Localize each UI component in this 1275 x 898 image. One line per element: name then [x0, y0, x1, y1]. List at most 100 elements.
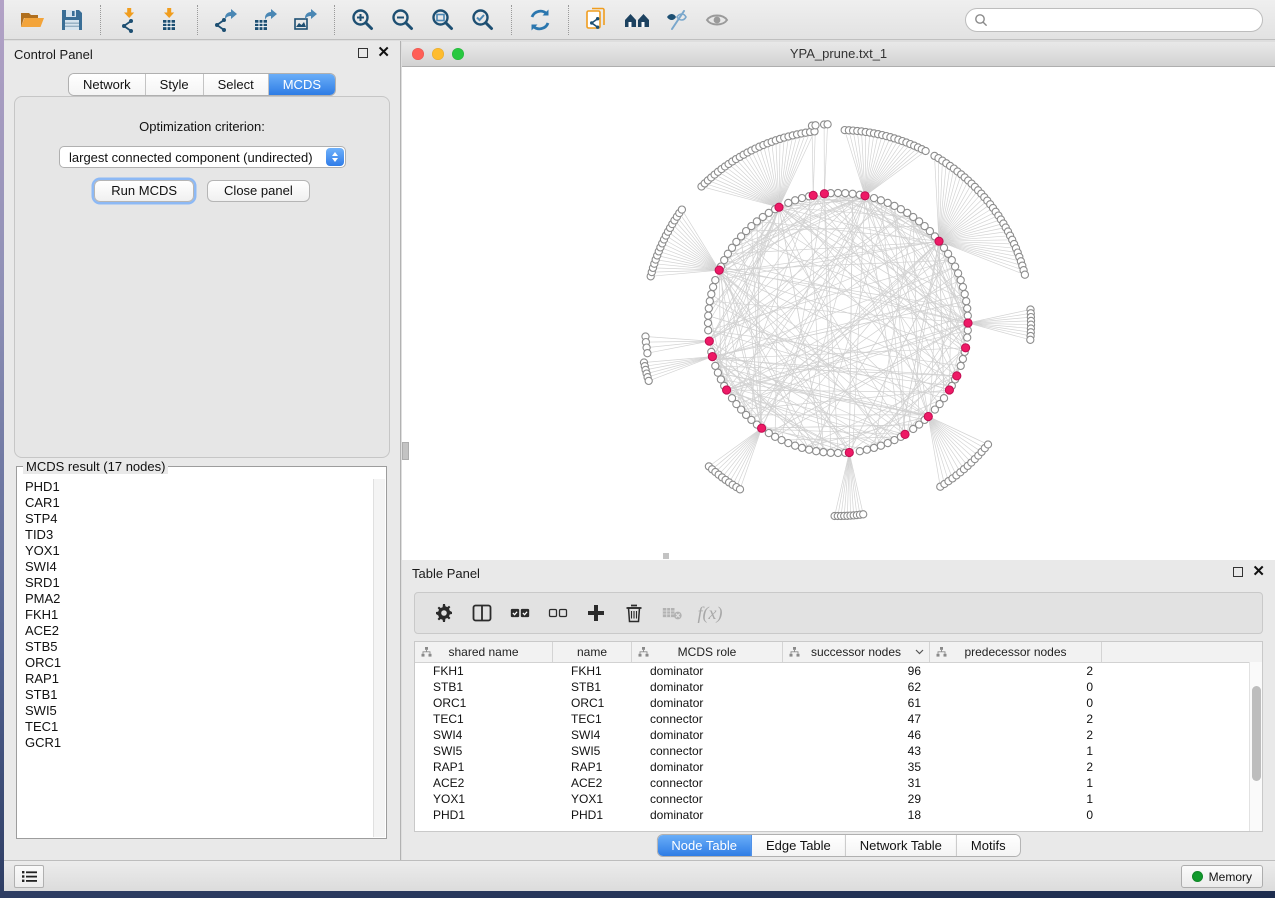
table-row[interactable]: SWI4SWI4dominator462 [415, 727, 1262, 743]
close-panel-button[interactable]: Close panel [207, 180, 310, 202]
toolbar-separator [100, 5, 101, 35]
cell-shared-name: ACE2 [415, 775, 553, 791]
table-toolbar: f(x) [414, 592, 1263, 634]
cell-MCDS-role: dominator [632, 663, 783, 679]
table-tab-node-table[interactable]: Node Table [657, 835, 752, 856]
export-image-icon[interactable] [286, 5, 326, 35]
mcds-result-item[interactable]: FKH1 [18, 607, 373, 623]
table-scrollbar-thumb[interactable] [1252, 686, 1261, 781]
column-header-MCDS-role[interactable]: MCDS role [632, 642, 783, 662]
export-table-icon[interactable] [246, 5, 286, 35]
task-history-button[interactable] [14, 865, 44, 888]
cell-shared-name: YOX1 [415, 791, 553, 807]
table-row[interactable]: TEC1TEC1connector472 [415, 711, 1262, 727]
network-vertical-scrollbar[interactable] [402, 442, 409, 460]
cell-predecessor-nodes: 1 [930, 743, 1102, 759]
zoom-out-icon[interactable] [383, 5, 423, 35]
toolbar-icons [12, 5, 737, 35]
table-tab-edge-table[interactable]: Edge Table [752, 835, 846, 856]
mcds-result-item[interactable]: SWI5 [18, 703, 373, 719]
mcds-result-item[interactable]: SWI4 [18, 559, 373, 575]
deselect-all-icon[interactable] [543, 598, 573, 628]
close-table-panel-icon[interactable]: ✕ [1252, 566, 1265, 578]
control-panel-title: Control Panel [14, 47, 93, 62]
import-network-icon[interactable] [109, 5, 149, 35]
export-network-icon[interactable] [206, 5, 246, 35]
table-tab-motifs[interactable]: Motifs [957, 835, 1020, 856]
mcds-result-box: MCDS result (17 nodes) PHD1CAR1STP4TID3Y… [16, 466, 387, 839]
mcds-result-item[interactable]: STB5 [18, 639, 373, 655]
mcds-result-item[interactable]: TEC1 [18, 719, 373, 735]
cell-shared-name: TEC1 [415, 711, 553, 727]
tab-select[interactable]: Select [204, 74, 269, 95]
network-document-icon[interactable] [577, 5, 617, 35]
mcds-list-scrollbar[interactable] [373, 479, 385, 837]
column-layout-icon[interactable] [467, 598, 497, 628]
table-row[interactable]: PHD1PHD1dominator180 [415, 807, 1262, 823]
settings-gear-icon[interactable] [429, 598, 459, 628]
mcds-result-item[interactable]: PHD1 [18, 479, 373, 495]
search-input[interactable] [993, 12, 1262, 29]
search-icon [974, 13, 988, 27]
table-row[interactable]: RAP1RAP1dominator352 [415, 759, 1262, 775]
houses-icon[interactable] [617, 5, 657, 35]
column-header-name[interactable]: name [553, 642, 632, 662]
column-header-shared-name[interactable]: shared name [415, 642, 553, 662]
mcds-result-item[interactable]: SRD1 [18, 575, 373, 591]
open-folder-icon[interactable] [12, 5, 52, 35]
table-tab-network-table[interactable]: Network Table [846, 835, 957, 856]
delete-icon[interactable] [619, 598, 649, 628]
toolbar-separator [197, 5, 198, 35]
cell-predecessor-nodes: 2 [930, 711, 1102, 727]
network-canvas[interactable] [402, 67, 1275, 560]
memory-button[interactable]: Memory [1181, 865, 1263, 888]
show-eye-icon[interactable] [697, 5, 737, 35]
column-header-predecessor-nodes[interactable]: predecessor nodes [930, 642, 1102, 662]
mcds-result-item[interactable]: ACE2 [18, 623, 373, 639]
mcds-result-item[interactable]: ORC1 [18, 655, 373, 671]
table-scrollbar[interactable] [1249, 662, 1262, 831]
save-icon[interactable] [52, 5, 92, 35]
tab-style[interactable]: Style [146, 74, 204, 95]
mcds-result-item[interactable]: STP4 [18, 511, 373, 527]
refresh-icon[interactable] [520, 5, 560, 35]
network-horizontal-scrollbar[interactable] [663, 553, 669, 559]
table-row[interactable]: YOX1YOX1connector291 [415, 791, 1262, 807]
float-table-panel-icon[interactable] [1233, 567, 1243, 577]
table-row[interactable]: STB1STB1dominator620 [415, 679, 1262, 695]
node-table[interactable]: shared namenameMCDS rolesuccessor nodesp… [414, 641, 1263, 832]
zoom-in-icon[interactable] [343, 5, 383, 35]
mcds-result-item[interactable]: GCR1 [18, 735, 373, 751]
cell-MCDS-role: dominator [632, 807, 783, 823]
import-table-icon[interactable] [149, 5, 189, 35]
search-box[interactable] [965, 8, 1263, 32]
column-header-successor-nodes[interactable]: successor nodes [783, 642, 930, 662]
close-panel-icon[interactable]: ✕ [377, 47, 390, 59]
mcds-result-item[interactable]: STB1 [18, 687, 373, 703]
zoom-selected-icon[interactable] [463, 5, 503, 35]
table-row[interactable]: ORC1ORC1dominator610 [415, 695, 1262, 711]
tab-network[interactable]: Network [69, 74, 146, 95]
mcds-result-item[interactable]: PMA2 [18, 591, 373, 607]
zoom-fit-icon[interactable] [423, 5, 463, 35]
cell-shared-name: ORC1 [415, 695, 553, 711]
mcds-result-item[interactable]: CAR1 [18, 495, 373, 511]
tab-mcds[interactable]: MCDS [269, 74, 335, 95]
cell-name: ACE2 [553, 775, 632, 791]
network-graph[interactable] [402, 67, 1275, 560]
network-window-titlebar[interactable]: YPA_prune.txt_1 [402, 42, 1275, 67]
run-mcds-button[interactable]: Run MCDS [94, 180, 194, 202]
mcds-result-item[interactable]: YOX1 [18, 543, 373, 559]
add-icon[interactable] [581, 598, 611, 628]
mcds-result-item[interactable]: TID3 [18, 527, 373, 543]
hide-glasses-icon[interactable] [657, 5, 697, 35]
optimization-criterion-select[interactable]: largest connected component (undirected) [59, 146, 346, 168]
table-row[interactable]: SWI5SWI5connector431 [415, 743, 1262, 759]
table-row[interactable]: FKH1FKH1dominator962 [415, 663, 1262, 679]
function-builder-icon: f(x) [695, 598, 725, 628]
float-panel-icon[interactable] [358, 48, 368, 58]
select-all-icon[interactable] [505, 598, 535, 628]
table-row[interactable]: ACE2ACE2connector311 [415, 775, 1262, 791]
mcds-result-list[interactable]: PHD1CAR1STP4TID3YOX1SWI4SRD1PMA2FKH1ACE2… [18, 479, 373, 837]
mcds-result-item[interactable]: RAP1 [18, 671, 373, 687]
